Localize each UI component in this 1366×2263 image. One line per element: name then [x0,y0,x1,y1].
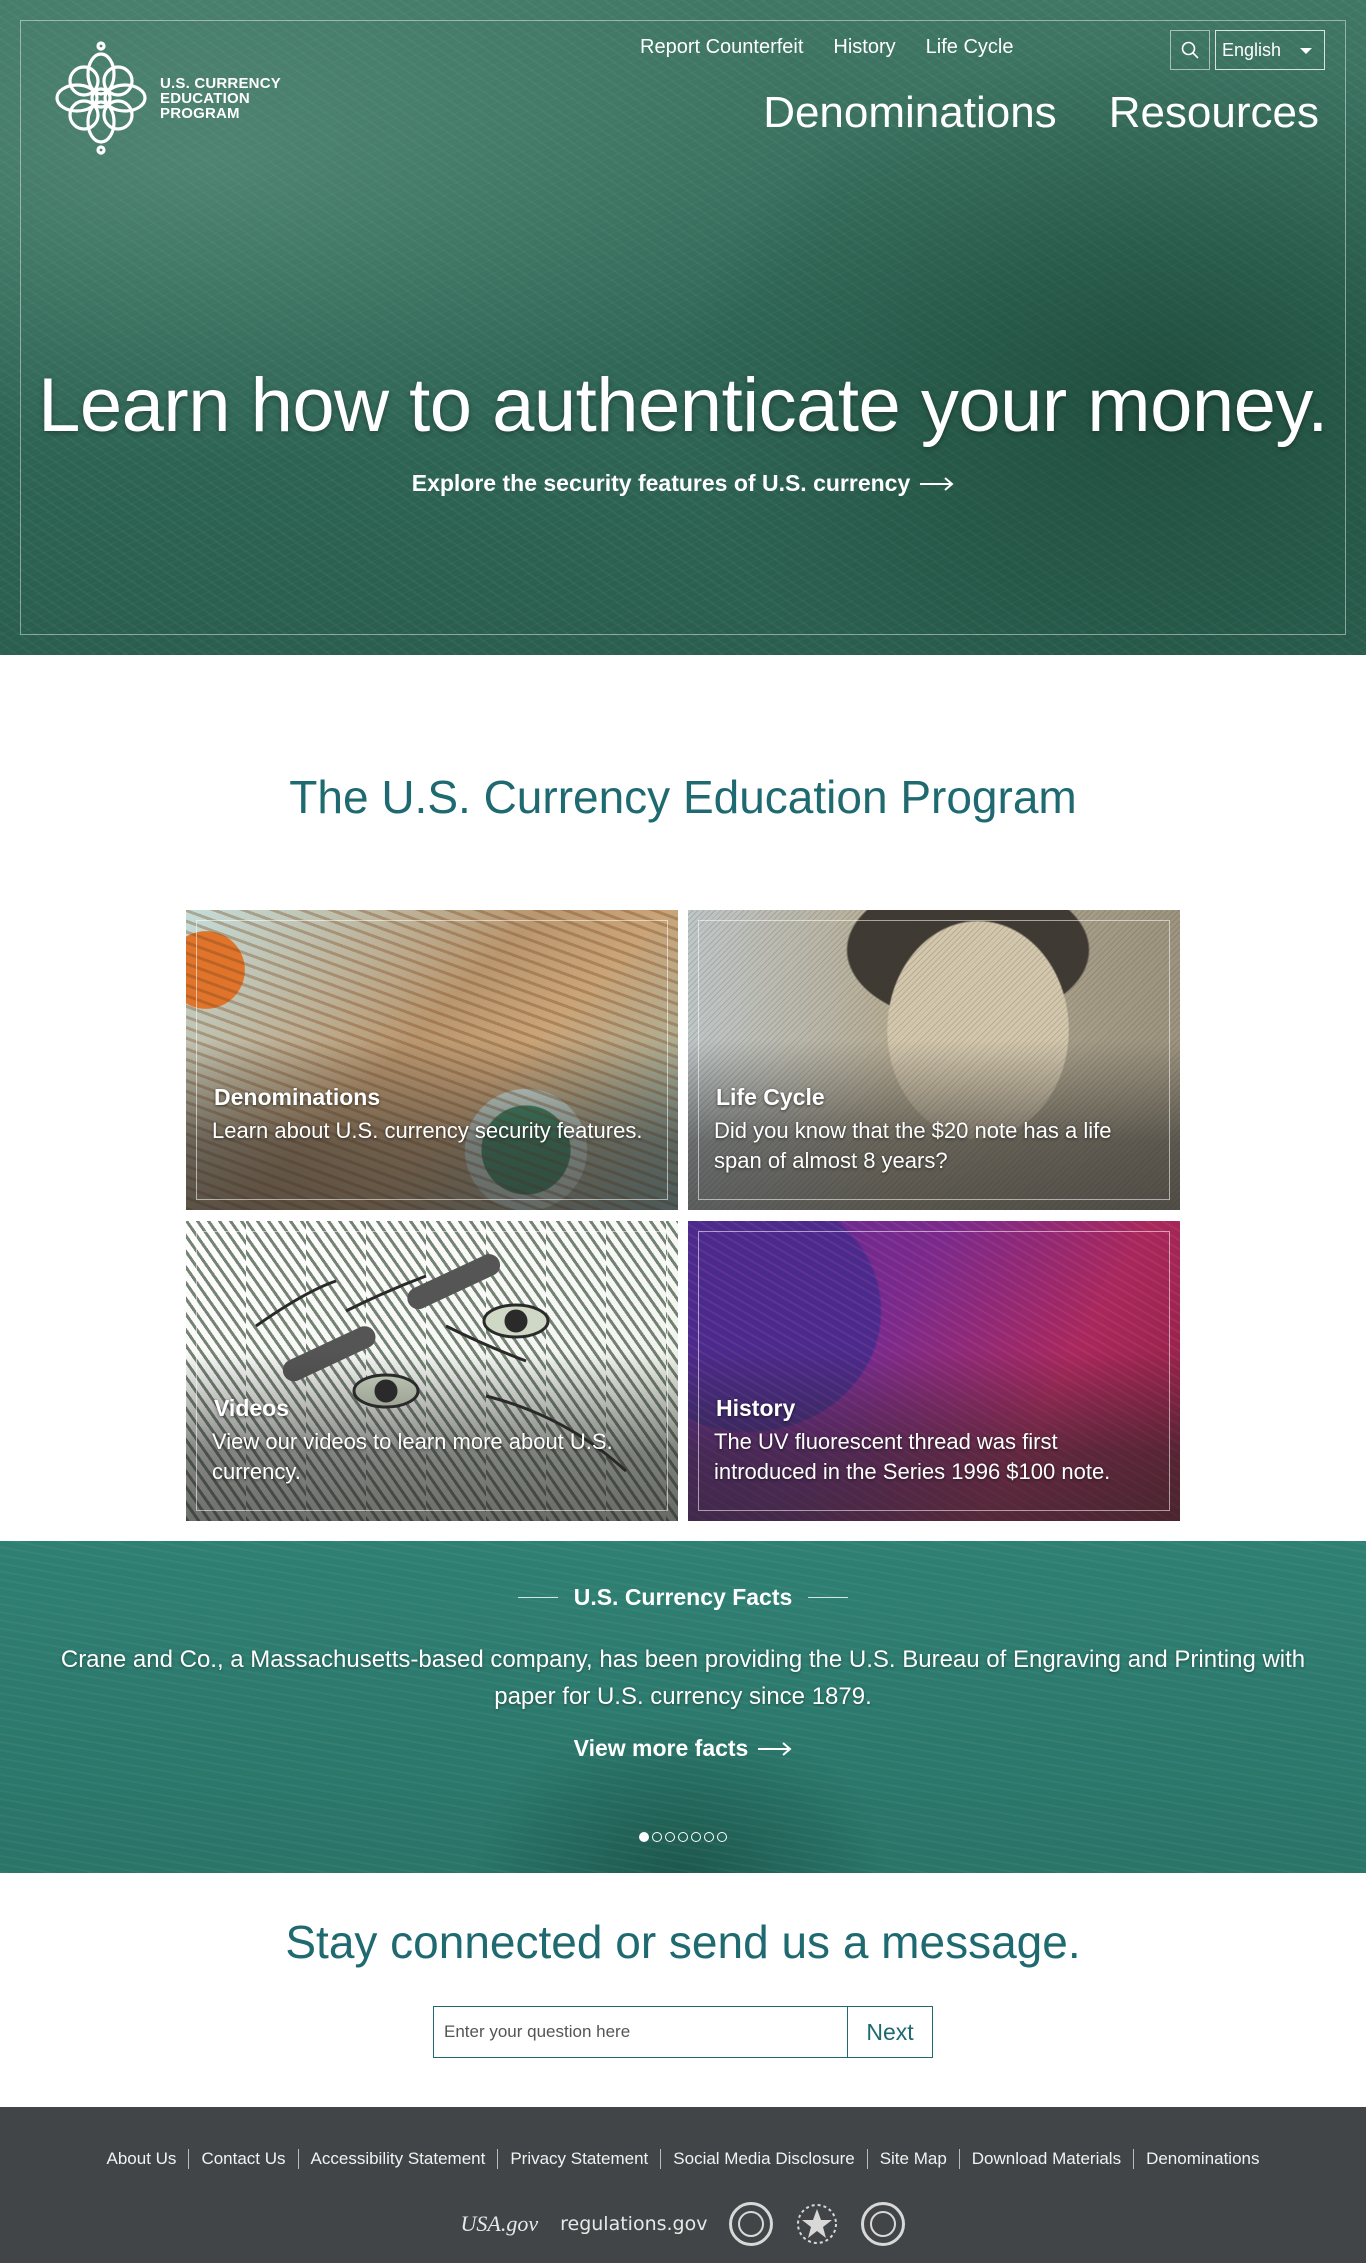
card-title: Life Cycle [716,1084,825,1110]
logo-line: EDUCATION [160,89,250,107]
footer-links: About Us Contact Us Accessibility Statem… [0,2149,1366,2169]
carousel-dot[interactable] [704,1832,714,1842]
footer: About Us Contact Us Accessibility Statem… [0,2107,1366,2263]
carousel-dot[interactable] [639,1832,649,1842]
hero-heading: Learn how to authenticate your money. [38,363,1328,448]
nav-denominations[interactable]: Denominations [763,88,1057,138]
carousel-dot[interactable] [717,1832,727,1842]
secret-service-star-icon[interactable] [795,2202,839,2246]
language-select[interactable]: English [1215,30,1325,70]
card-description: View our videos to learn more about U.S.… [212,1429,613,1484]
federal-reserve-seal-icon[interactable] [729,2202,774,2246]
card-description: Did you know that the $20 note has a lif… [714,1118,1112,1173]
facts-heading-label: U.S. Currency Facts [573,1584,793,1610]
card-videos[interactable]: Videos View our videos to learn more abo… [186,1221,678,1521]
card-title: Videos [214,1395,289,1421]
partner-logos: USA.gov regulations.gov [0,2202,1366,2246]
heading-rule [808,1597,849,1598]
main-nav: Denominations Resources [763,88,1319,138]
seal-inner [738,2211,765,2237]
nav-history[interactable]: History [833,36,895,59]
facts-cta-label: View more facts [573,1735,749,1761]
utility-nav: Report Counterfeit History Life Cycle [640,36,1013,59]
carousel-dot[interactable] [678,1832,688,1842]
footer-link-download-materials[interactable]: Download Materials [958,2149,1133,2169]
seal-inner [870,2211,897,2237]
explore-security-features-link[interactable]: Explore the security features of U.S. cu… [412,470,955,497]
usa-gov-logo[interactable]: USA.gov [461,2211,539,2237]
footer-link-accessibility[interactable]: Accessibility Statement [297,2149,498,2169]
footer-link-denominations[interactable]: Denominations [1133,2149,1271,2169]
footer-link-social-media[interactable]: Social Media Disclosure [660,2149,866,2169]
card-denominations[interactable]: Denominations Learn about U.S. currency … [186,910,678,1210]
carousel-dots [0,1832,1366,1842]
search-button[interactable] [1170,30,1210,70]
nav-resources[interactable]: Resources [1109,88,1319,138]
logo-line: PROGRAM [160,104,240,122]
logo-text: U.S. CURRENCY EDUCATION PROGRAM [160,76,281,121]
site-logo[interactable]: U.S. CURRENCY EDUCATION PROGRAM [50,40,290,156]
card-title: History [716,1395,796,1421]
hero-cta-label: Explore the security features of U.S. cu… [411,470,911,496]
star-badge-icon [797,2204,838,2244]
card-frame [196,920,668,1200]
heading-rule [517,1597,558,1598]
program-title: The U.S. Currency Education Program [289,771,1077,823]
quatrefoil-logo-icon [55,41,147,155]
card-description: Learn about U.S. currency security featu… [212,1118,643,1143]
language-value: English [1222,39,1282,60]
search-icon [1181,41,1199,59]
fact-text: Crane and Co., a Massachusetts-based com… [60,1646,1306,1710]
hero-cta: Explore the security features of U.S. cu… [0,470,1366,497]
card-history[interactable]: History The UV fluorescent thread was fi… [688,1221,1180,1521]
hero-banner: U.S. CURRENCY EDUCATION PROGRAM Report C… [0,0,1366,655]
facts-heading: U.S. Currency Facts [0,1584,1366,1611]
arrow-right-icon [920,476,954,491]
contact-title: Stay connected or send us a message. [285,1916,1081,1968]
card-title: Denominations [214,1084,381,1110]
caret-down-icon [1300,48,1312,54]
footer-link-privacy[interactable]: Privacy Statement [497,2149,660,2169]
treasury-seal-icon[interactable] [861,2202,906,2246]
footer-link-contact-us[interactable]: Contact Us [188,2149,297,2169]
facts-cta: View more facts [0,1735,1366,1762]
currency-facts-carousel: U.S. Currency Facts Crane and Co., a Mas… [0,1541,1366,1873]
footer-link-about-us[interactable]: About Us [95,2149,189,2169]
logo-line: U.S. CURRENCY [160,74,281,92]
card-description: The UV fluorescent thread was first intr… [714,1429,1111,1484]
card-life-cycle[interactable]: Life Cycle Did you know that the $20 not… [688,910,1180,1210]
next-button[interactable]: Next [847,2006,933,2058]
view-more-facts-link[interactable]: View more facts [574,1735,793,1762]
footer-link-site-map[interactable]: Site Map [866,2149,959,2169]
arrow-right-icon [758,1741,792,1756]
regulations-gov-logo[interactable]: regulations.gov [560,2213,707,2235]
carousel-dot[interactable] [652,1832,662,1842]
question-input[interactable] [433,2006,848,2058]
carousel-dot[interactable] [665,1832,675,1842]
nav-report-counterfeit[interactable]: Report Counterfeit [640,36,803,59]
nav-life-cycle[interactable]: Life Cycle [926,36,1014,59]
carousel-dot[interactable] [691,1832,701,1842]
